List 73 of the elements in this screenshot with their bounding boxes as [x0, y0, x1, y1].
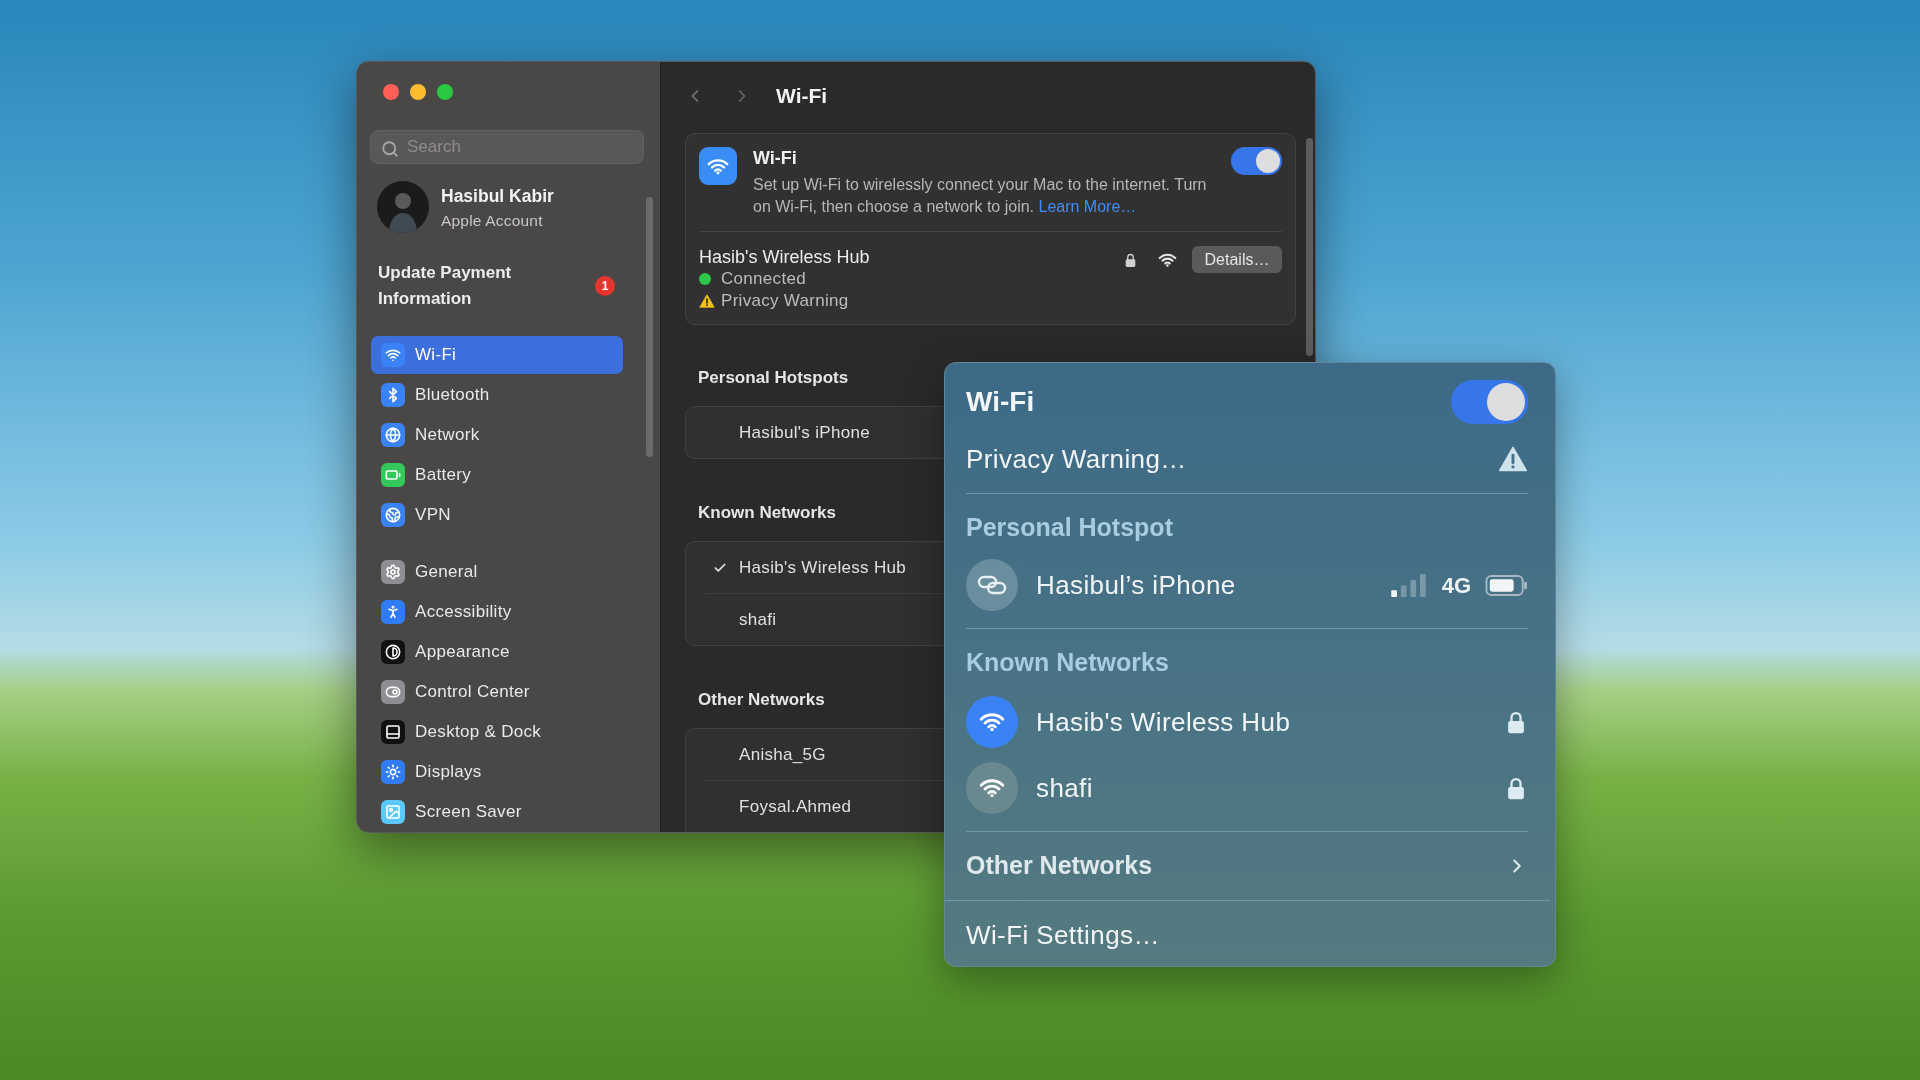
sidebar-item[interactable]: Desktop & Dock — [371, 713, 623, 751]
details-button[interactable]: Details… — [1192, 246, 1282, 273]
bluetooth-icon — [381, 383, 405, 407]
account-subtitle: Apple Account — [441, 211, 543, 230]
menu-section-heading: Personal Hotspot — [966, 512, 1173, 542]
sidebar-item[interactable]: Displays — [371, 753, 623, 791]
menu-wifi-toggle[interactable] — [1451, 380, 1528, 424]
sidebar-scrollbar[interactable] — [646, 197, 653, 457]
notification-count: 1 — [595, 276, 615, 296]
lock-icon — [1125, 252, 1136, 267]
close-button[interactable] — [383, 84, 399, 101]
hotspot-name[interactable]: Hasibul’s iPhone — [1036, 565, 1236, 605]
person-icon — [381, 600, 405, 624]
menu-title: Wi-Fi — [966, 385, 1035, 419]
zoom-button[interactable] — [437, 84, 453, 101]
network-name[interactable]: Hasib's Wireless Hub — [1036, 702, 1291, 742]
lock-icon — [1507, 776, 1525, 800]
network-row[interactable]: Foysal.Ahmed — [686, 781, 864, 832]
wifi-signal-icon — [1158, 252, 1177, 267]
wifi-description: Set up Wi-Fi to wirelessly connect your Mac to the internet. Turn on Wi-Fi, then choose a network to join. Learn More… — [753, 175, 1208, 217]
sidebar-item[interactable]: Control Center — [371, 673, 623, 711]
link-icon — [966, 559, 1018, 611]
account-name: Hasibul Kabir — [441, 184, 554, 207]
wifi-icon — [381, 343, 405, 367]
network-row[interactable]: Hasibul's iPhone — [686, 407, 882, 458]
network-type-label: 4G — [1441, 571, 1471, 600]
sidebar-item[interactable]: Wi-Fi — [371, 336, 623, 374]
wifi-settings-item[interactable]: Wi-Fi Settings… — [966, 915, 1160, 955]
warning-icon — [699, 294, 715, 308]
page-title: Wi-Fi — [776, 83, 828, 110]
globe-icon — [381, 423, 405, 447]
minimize-button[interactable] — [410, 84, 426, 101]
signal-bars-icon — [1390, 573, 1426, 597]
contrast-icon — [381, 640, 405, 664]
section-heading: Known Networks — [698, 502, 836, 524]
sidebar-item[interactable]: Screen Saver — [371, 793, 623, 831]
sidebar-item[interactable]: VPN — [371, 496, 623, 534]
sidebar-item[interactable]: Bluetooth — [371, 376, 623, 414]
menu-section-heading: Known Networks — [966, 647, 1169, 677]
globe-icon — [381, 503, 405, 527]
sidebar-item[interactable]: Accessibility — [371, 593, 623, 631]
sun-icon — [381, 760, 405, 784]
sidebar-item[interactable]: General — [371, 553, 623, 591]
privacy-warning-item[interactable]: Privacy Warning… — [966, 439, 1187, 479]
network-row[interactable]: Hasib's Wireless Hub — [686, 542, 918, 593]
picture-icon — [381, 800, 405, 824]
other-networks-item[interactable]: Other Networks — [966, 847, 1153, 885]
lock-icon — [1507, 710, 1525, 734]
battery-icon — [1485, 574, 1528, 596]
network-name: Hasib's Wireless Hub — [699, 246, 870, 268]
avatar-icon[interactable] — [377, 181, 429, 233]
network-row[interactable]: shafi — [686, 594, 789, 645]
sidebar-item[interactable]: Appearance — [371, 633, 623, 671]
toggle-icon — [381, 680, 405, 704]
sidebar-item[interactable]: Network — [371, 416, 623, 454]
screen-icon — [381, 720, 405, 744]
sidebar-item[interactable]: Battery — [371, 456, 623, 494]
content-scrollbar[interactable] — [1306, 138, 1313, 356]
warning-icon — [1498, 446, 1528, 472]
section-heading: Other Networks — [698, 689, 825, 711]
network-name[interactable]: shafi — [1036, 768, 1093, 808]
network-row[interactable]: Anisha_5G — [686, 729, 838, 780]
wifi-card-title: Wi-Fi — [753, 147, 797, 169]
privacy-warning-text: Privacy Warning — [721, 290, 849, 313]
connection-status: Connected — [721, 268, 806, 291]
section-heading: Personal Hotspots — [698, 367, 849, 389]
battery-icon — [381, 463, 405, 487]
gear-icon — [381, 560, 405, 584]
update-payment-notice[interactable]: Update Payment Information — [378, 260, 553, 312]
wifi-toggle[interactable] — [1231, 147, 1282, 175]
learn-more-link[interactable]: Learn More… — [1038, 198, 1137, 215]
wifi-icon — [699, 147, 737, 185]
search-icon — [381, 140, 399, 159]
